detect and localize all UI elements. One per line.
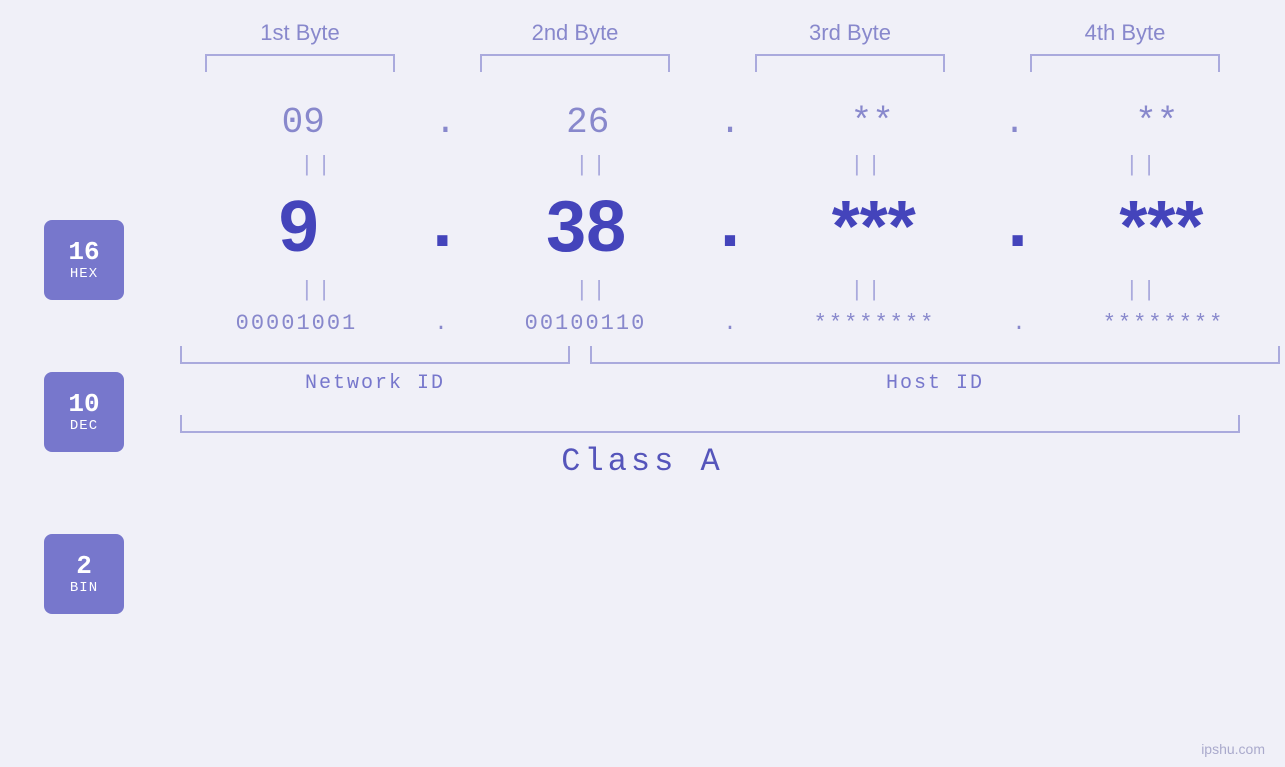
hex-badge: 16 HEX (44, 220, 124, 300)
dec-row: 9 . 38 . *** . *** (180, 186, 1280, 268)
byte-headers-row: 1st Byte 2nd Byte 3rd Byte 4th Byte (163, 20, 1263, 46)
hex-badge-label: HEX (70, 266, 98, 282)
bin-val-1: 00001001 (201, 311, 391, 336)
eq1-4: || (1048, 153, 1238, 178)
bracket-top-3 (755, 54, 945, 72)
hex-dot-3: . (1004, 102, 1026, 143)
dec-val-3: *** (779, 186, 969, 268)
dec-dot-2: . (708, 186, 751, 268)
dec-badge: 10 DEC (44, 372, 124, 452)
overall-bracket (180, 415, 1240, 433)
equals-row-2: || || || || (180, 278, 1280, 303)
hex-row: 09 . 26 . ** . ** (180, 102, 1280, 143)
bin-val-3: ******** (779, 311, 969, 336)
dec-badge-label: DEC (70, 418, 98, 434)
byte-label-1: 1st Byte (190, 20, 410, 46)
bracket-top-1 (205, 54, 395, 72)
network-id-label: Network ID (180, 372, 570, 395)
bin-badge-label: BIN (70, 580, 98, 596)
hex-val-4: ** (1062, 102, 1252, 143)
main-container: 1st Byte 2nd Byte 3rd Byte 4th Byte 16 H… (0, 0, 1285, 767)
bin-badge: 2 BIN (44, 534, 124, 614)
eq1-2: || (498, 153, 688, 178)
dec-dot-3: . (996, 186, 1039, 268)
dec-dot-1: . (421, 186, 464, 268)
bin-row: 00001001 . 00100110 . ******** . *******… (180, 311, 1280, 336)
bin-dot-1: . (434, 311, 447, 336)
rows-container: 16 HEX 09 . 26 . ** . ** || || || || 10 … (0, 72, 1285, 767)
dec-badge-number: 10 (68, 390, 99, 419)
dec-val-1: 9 (204, 186, 394, 268)
eq1-3: || (773, 153, 963, 178)
watermark: ipshu.com (1201, 741, 1265, 757)
hex-badge-number: 16 (68, 238, 99, 267)
bin-badge-number: 2 (76, 552, 92, 581)
bin-dot-3: . (1012, 311, 1025, 336)
hex-val-2: 26 (493, 102, 683, 143)
brackets-bottom (180, 346, 1280, 364)
hex-dot-2: . (719, 102, 741, 143)
bin-val-4: ******** (1069, 311, 1259, 336)
eq2-4: || (1048, 278, 1238, 303)
eq1-1: || (223, 153, 413, 178)
host-id-label: Host ID (590, 372, 1280, 395)
id-labels: Network ID Host ID (180, 372, 1280, 395)
byte-label-4: 4th Byte (1015, 20, 1235, 46)
hex-val-3: ** (777, 102, 967, 143)
bin-val-2: 00100110 (490, 311, 680, 336)
equals-row-1: || || || || (180, 153, 1280, 178)
bracket-top-4 (1030, 54, 1220, 72)
bracket-top-2 (480, 54, 670, 72)
dec-val-4: *** (1066, 186, 1256, 268)
eq2-3: || (773, 278, 963, 303)
eq2-1: || (223, 278, 413, 303)
brackets-top (163, 54, 1263, 72)
hex-dot-1: . (435, 102, 457, 143)
bracket-bottom-host (590, 346, 1280, 364)
class-label: Class A (0, 443, 1285, 480)
eq2-2: || (498, 278, 688, 303)
bracket-bottom-network (180, 346, 570, 364)
byte-label-2: 2nd Byte (465, 20, 685, 46)
bin-dot-2: . (723, 311, 736, 336)
dec-val-2: 38 (491, 186, 681, 268)
byte-label-3: 3rd Byte (740, 20, 960, 46)
hex-val-1: 09 (208, 102, 398, 143)
